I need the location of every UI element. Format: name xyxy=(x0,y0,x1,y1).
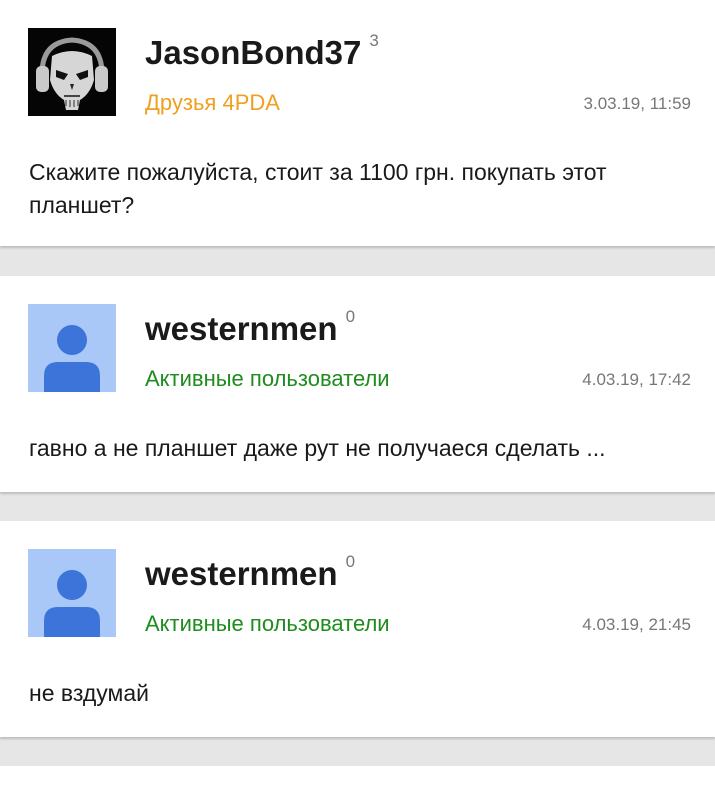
post-date: 4.03.19, 17:42 xyxy=(582,370,691,389)
post-text: не вздумай xyxy=(29,680,149,706)
user-group-label: Друзья 4PDA xyxy=(145,90,280,115)
post-text: гавно а не планшет даже рут не получаеся… xyxy=(29,435,606,461)
forum-post: westernmen 0 Активные пользователи 4.03.1… xyxy=(0,521,715,737)
user-avatar[interactable] xyxy=(28,28,116,116)
default-user-icon xyxy=(28,304,116,392)
user-group-label: Активные пользователи xyxy=(145,611,390,636)
skull-headphones-icon xyxy=(28,28,116,116)
username-link[interactable]: westernmen 0 xyxy=(145,552,356,593)
post-date: 3.03.19, 11:59 xyxy=(583,94,691,113)
forum-post: westernmen 0 Активные пользователи 4.03.1… xyxy=(0,276,715,492)
username-link[interactable]: JasonBond37 3 xyxy=(145,31,379,72)
forum-post xyxy=(0,766,715,806)
reputation-count: 3 xyxy=(369,31,379,50)
default-user-icon xyxy=(28,549,116,637)
forum-post: JasonBond37 3 Друзья 4PDA 3.03.19, 11:59 … xyxy=(0,0,715,246)
reputation-count: 0 xyxy=(345,552,356,571)
reputation-count: 0 xyxy=(345,307,356,326)
username-link[interactable]: westernmen 0 xyxy=(145,307,356,348)
user-avatar[interactable] xyxy=(28,549,116,637)
user-avatar[interactable] xyxy=(28,304,116,392)
user-group-label: Активные пользователи xyxy=(145,366,390,391)
post-date: 4.03.19, 21:45 xyxy=(582,615,691,634)
post-text: Скажите пожалуйста, стоит за 1100 грн. п… xyxy=(29,159,607,218)
